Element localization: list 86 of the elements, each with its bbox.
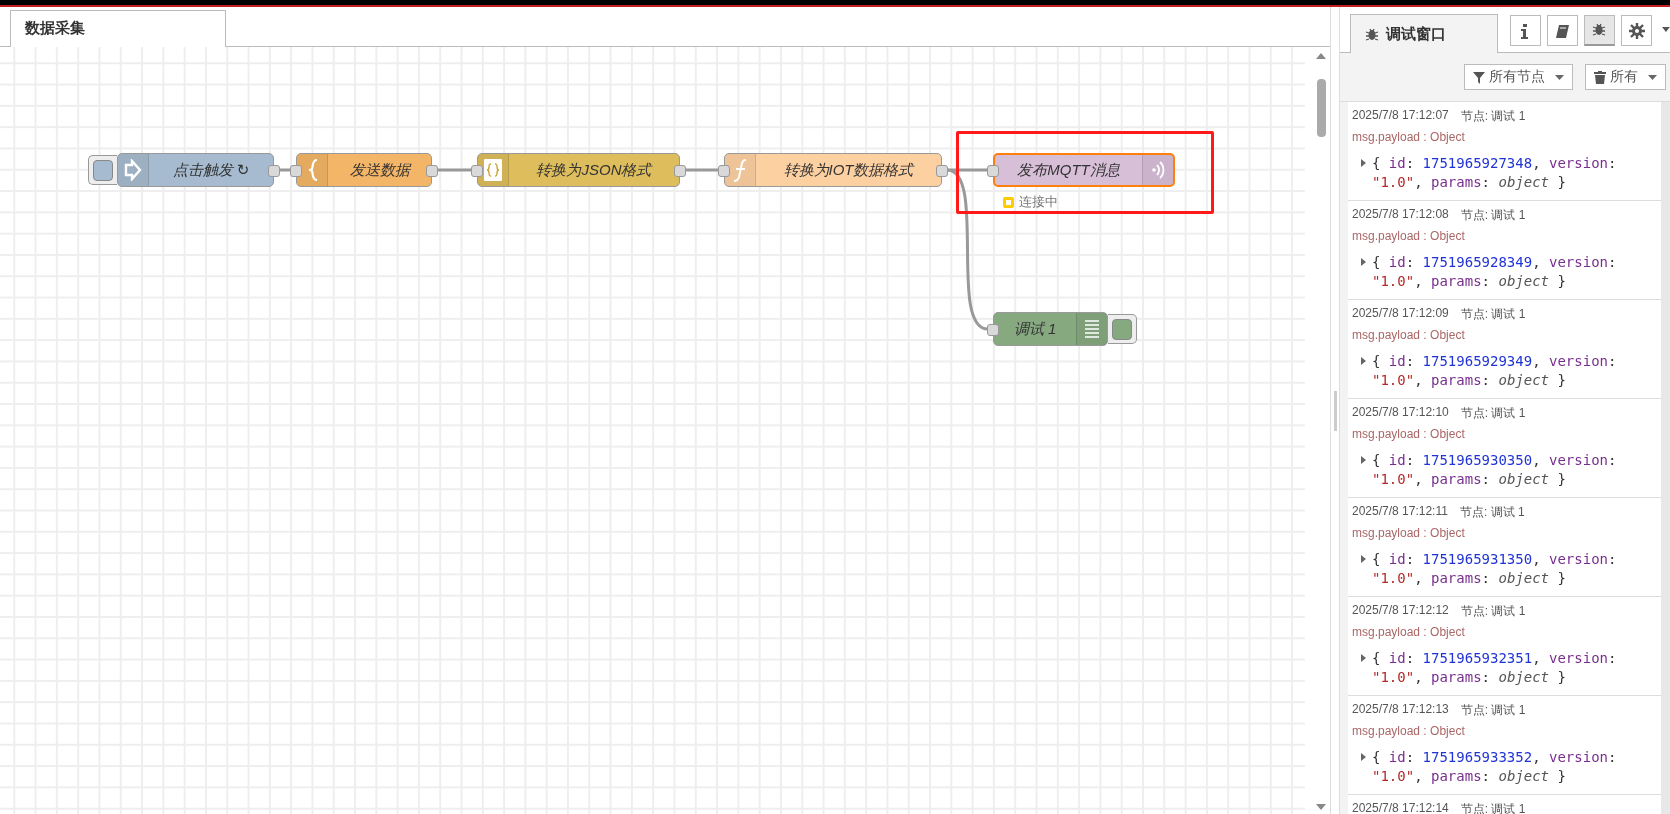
function-icon — [732, 158, 748, 182]
expand-caret-icon[interactable] — [1360, 753, 1368, 761]
message-time: 2025/7/8 17:12:12 — [1352, 603, 1449, 619]
message-source[interactable]: 节点: 调试 1 — [1460, 603, 1526, 621]
node-label: 点击触发 ↻ — [171, 160, 251, 180]
flow-node[interactable]: 转换为JSON格式 — [477, 153, 680, 187]
flow-node[interactable]: 发布MQTT消息 — [993, 153, 1175, 187]
filter-dropdown[interactable]: 所有节点 — [1464, 64, 1573, 90]
expand-caret-icon[interactable] — [1360, 258, 1368, 266]
gear-tab-button[interactable] — [1621, 15, 1653, 46]
bug-tab-button[interactable] — [1584, 15, 1616, 46]
clear-dropdown[interactable]: 所有 — [1585, 64, 1666, 90]
wire — [685, 168, 719, 172]
list-icon — [1084, 318, 1100, 340]
arrow-icon — [123, 159, 143, 181]
debug-toggle-button[interactable] — [1108, 314, 1137, 344]
message-time: 2025/7/8 17:12:08 — [1352, 207, 1449, 223]
bug-icon — [1591, 22, 1608, 38]
message-topic: msg.payload : Object — [1352, 427, 1466, 441]
message-source[interactable]: 节点: 调试 1 — [1460, 702, 1526, 720]
payload-value: { id: 1751965927348, version: "1.0", params: object } — [1372, 154, 1618, 192]
wire — [437, 168, 472, 172]
node-label: 发布MQTT消息 — [1016, 160, 1121, 180]
expand-caret-icon[interactable] — [1360, 159, 1368, 167]
expand-caret-icon[interactable] — [1360, 456, 1368, 464]
flow-tab[interactable]: 数据采集 — [10, 10, 226, 47]
flow-node[interactable]: 调试 1 — [993, 312, 1108, 346]
wire — [279, 168, 291, 172]
payload-value: { id: 1751965931350, version: "1.0", params: object } — [1372, 550, 1618, 588]
gear-icon — [1628, 22, 1645, 39]
message-time: 2025/7/8 17:12:09 — [1352, 306, 1449, 322]
flow-node[interactable]: 发送数据 — [296, 153, 432, 187]
output-port[interactable] — [426, 165, 438, 177]
message-time: 2025/7/8 17:12:14 — [1352, 801, 1449, 814]
input-port[interactable] — [718, 165, 730, 177]
payload-value: { id: 1751965929349, version: "1.0", params: object } — [1372, 352, 1618, 390]
flow-node[interactable]: 点击触发 ↻ — [117, 153, 274, 187]
message-topic: msg.payload : Object — [1352, 328, 1466, 342]
status-text: 连接中 — [1019, 193, 1058, 211]
input-port[interactable] — [290, 165, 302, 177]
caret-icon — [1662, 27, 1670, 32]
message-source[interactable]: 节点: 调试 1 — [1460, 405, 1526, 423]
payload-value: { id: 1751965930350, version: "1.0", params: object } — [1372, 451, 1618, 489]
message-topic: msg.payload : Object — [1352, 229, 1466, 243]
message-source[interactable]: 节点: 调试 1 — [1460, 108, 1526, 126]
sidebar-tab[interactable]: 调试窗口 — [1350, 14, 1499, 53]
trash-icon — [1594, 70, 1606, 84]
payload-value: { id: 1751965933352, version: "1.0", params: object } — [1372, 748, 1618, 786]
book-icon — [1554, 22, 1571, 39]
input-port[interactable] — [471, 165, 483, 177]
message-time: 2025/7/8 17:12:11 — [1352, 504, 1448, 520]
info-tab-button[interactable] — [1510, 15, 1542, 46]
message-time: 2025/7/8 17:12:10 — [1352, 405, 1449, 421]
message-source[interactable]: 节点: 调试 1 — [1459, 504, 1525, 522]
node-label: 转换为JSON格式 — [535, 160, 654, 180]
bug-icon — [1365, 26, 1379, 42]
input-port[interactable] — [987, 324, 999, 336]
node-label: 发送数据 — [348, 160, 413, 180]
message-time: 2025/7/8 17:12:07 — [1352, 108, 1449, 124]
output-port[interactable] — [674, 165, 686, 177]
output-port[interactable] — [268, 165, 280, 177]
message-topic: msg.payload : Object — [1352, 130, 1466, 144]
message-topic: msg.payload : Object — [1352, 526, 1466, 540]
expand-caret-icon[interactable] — [1360, 555, 1368, 563]
flow-node[interactable]: 转换为IOT数据格式 — [724, 153, 942, 187]
caret-icon — [1555, 74, 1564, 80]
output-port[interactable] — [936, 165, 948, 177]
message-topic: msg.payload : Object — [1352, 724, 1466, 738]
scrollbar[interactable] — [1661, 102, 1670, 814]
payload-value: { id: 1751965932351, version: "1.0", params: object } — [1372, 649, 1618, 687]
filter-icon — [1473, 70, 1485, 84]
caret-icon — [1648, 74, 1657, 80]
signal-icon — [1151, 158, 1165, 182]
node-label: 转换为IOT数据格式 — [782, 160, 916, 180]
message-source[interactable]: 节点: 调试 1 — [1460, 207, 1526, 225]
input-port[interactable] — [987, 165, 999, 177]
message-topic: msg.payload : Object — [1352, 625, 1466, 639]
message-time: 2025/7/8 17:12:13 — [1352, 702, 1449, 718]
message-source[interactable]: 节点: 调试 1 — [1460, 306, 1526, 324]
book-tab-button[interactable] — [1547, 15, 1579, 46]
file-icon — [483, 158, 503, 182]
expand-caret-icon[interactable] — [1360, 357, 1368, 365]
inject-button[interactable] — [88, 155, 117, 185]
expand-caret-icon[interactable] — [1360, 654, 1368, 662]
payload-value: { id: 1751965928349, version: "1.0", params: object } — [1372, 253, 1618, 291]
node-label: 调试 1 — [1012, 319, 1058, 339]
